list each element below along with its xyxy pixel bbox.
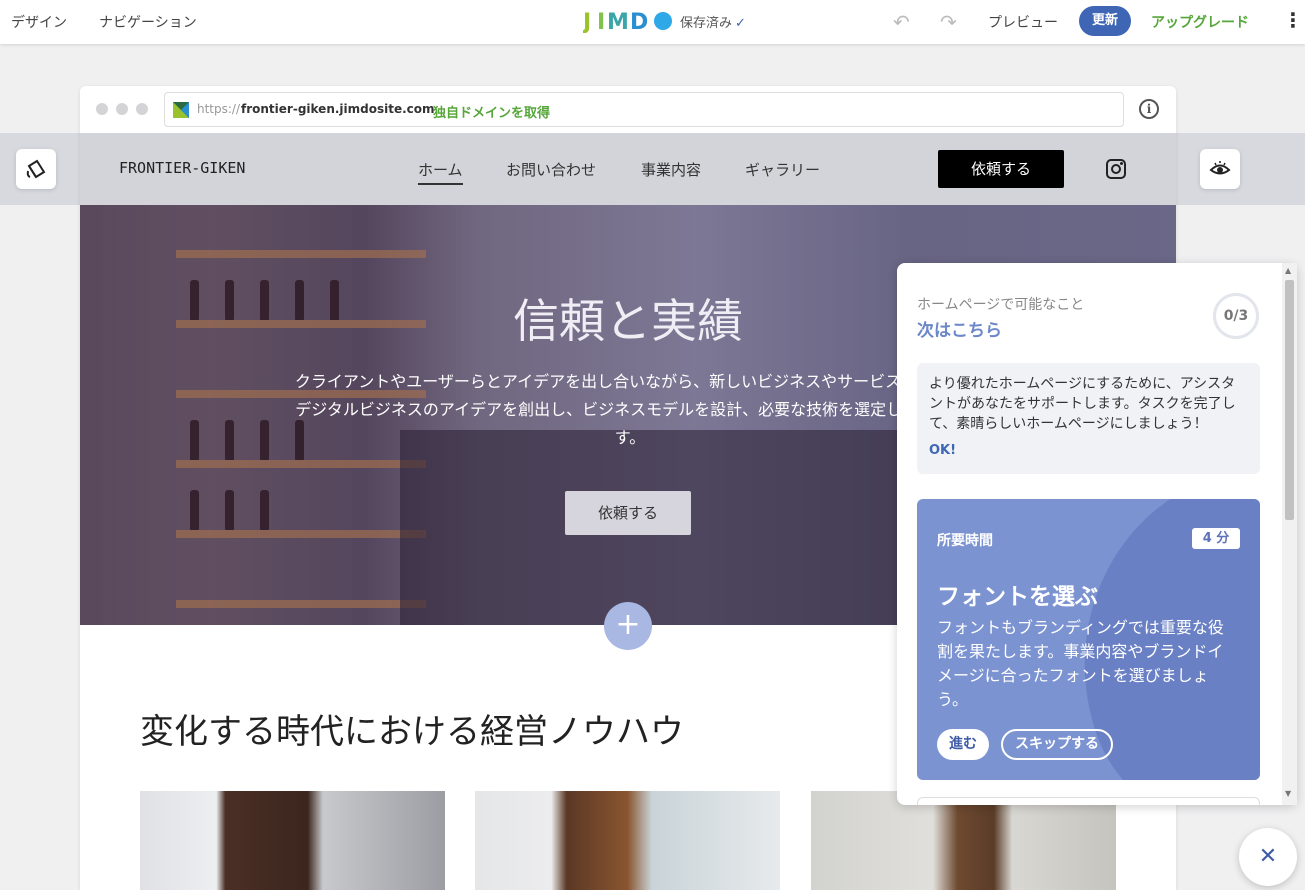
undo-icon[interactable]: ↶ <box>893 10 910 34</box>
close-assistant-button[interactable]: ✕ <box>1239 828 1297 886</box>
url-scheme: https:// <box>197 102 241 116</box>
gallery-image[interactable] <box>811 791 1116 890</box>
jimdo-logo-graphic: J I M D <box>583 10 672 33</box>
window-dot <box>136 103 148 115</box>
site-header: FRONTIER-GIKEN ホーム お問い合わせ 事業内容 ギャラリー 依頼す… <box>80 133 1176 205</box>
section-title[interactable]: 変化する時代における経営ノウハウ <box>140 704 684 753</box>
save-status: 保存済み ✓ <box>680 16 746 31</box>
window-dot <box>116 103 128 115</box>
design-tool-button[interactable] <box>16 149 56 189</box>
browser-chrome: https:// frontier-giken.jimdosite.com 独自… <box>80 86 1176 133</box>
hero-image-shelf <box>176 460 426 468</box>
navigation-menu[interactable]: ナビゲーション <box>99 12 197 32</box>
nav-services[interactable]: 事業内容 <box>641 159 701 180</box>
svg-text:J: J <box>583 10 591 33</box>
hero-image-bottle <box>225 490 234 530</box>
url-bar[interactable]: https:// frontier-giken.jimdosite.com 独自… <box>164 92 1124 127</box>
task-card: 所要時間 4 分 フォントを選ぶ フォントもブランディングでは重要な役割を果たし… <box>917 499 1260 780</box>
hero-image-shelf <box>176 600 426 608</box>
gallery-image[interactable] <box>140 791 445 890</box>
nav-request-button[interactable]: 依頼する <box>938 150 1064 188</box>
get-domain-link[interactable]: 独自ドメインを取得 <box>433 102 550 121</box>
nav-contact[interactable]: お問い合わせ <box>506 159 596 180</box>
design-menu[interactable]: デザイン <box>11 12 67 32</box>
hero-image-bottle <box>190 490 199 530</box>
close-icon: ✕ <box>1258 844 1278 869</box>
window-dot <box>96 103 108 115</box>
preview-button[interactable]: プレビュー <box>988 12 1058 32</box>
editor-topbar: デザイン ナビゲーション J I M D 保存済み ✓ ↶ ↷ プレビュー 更新 … <box>0 0 1305 44</box>
site-favicon-icon <box>173 102 189 118</box>
ok-button[interactable]: OK! <box>929 443 956 458</box>
task-time-badge: 4 分 <box>1192 528 1240 549</box>
plus-icon: + <box>615 607 641 642</box>
task-time-label: 所要時間 <box>937 533 993 549</box>
task-description: フォントもブランディングでは重要な役割を果たします。事業内容やブランドイメージに… <box>937 618 1224 709</box>
check-icon: ✓ <box>735 16 746 31</box>
gallery-image[interactable] <box>475 791 780 890</box>
svg-text:I: I <box>597 10 605 33</box>
assistant-subtitle: ホームページで可能なこと <box>917 297 1085 313</box>
svg-text:M: M <box>607 10 629 33</box>
nav-home[interactable]: ホーム <box>418 159 463 185</box>
scrollbar-thumb[interactable] <box>1285 280 1294 520</box>
task-title: フォントを選ぶ <box>937 584 1098 610</box>
eye-icon <box>1209 161 1231 175</box>
scroll-up-icon[interactable]: ▲ <box>1285 266 1291 275</box>
assistant-intro-text: より優れたホームページにするために、アシスタントがあなたをサポートします。タスク… <box>929 376 1236 432</box>
progress-indicator: 0/3 <box>1213 293 1259 339</box>
update-button[interactable]: 更新 <box>1079 6 1131 36</box>
next-card-edge <box>917 797 1260 805</box>
svg-text:D: D <box>630 10 648 33</box>
assistant-intro-card: より優れたホームページにするために、アシスタントがあなたをサポートします。タスク… <box>917 363 1260 474</box>
visibility-toggle-button[interactable] <box>1200 149 1240 189</box>
info-icon[interactable]: i <box>1139 99 1159 119</box>
redo-icon[interactable]: ↷ <box>940 10 957 34</box>
task-skip-button[interactable]: スキップする <box>1001 729 1113 760</box>
hero-image-shelf <box>176 530 426 538</box>
jimdo-logo: J I M D <box>583 8 675 34</box>
instagram-icon[interactable] <box>1106 159 1126 179</box>
task-go-button[interactable]: 進む <box>937 729 989 760</box>
upgrade-button[interactable]: アップグレード <box>1151 12 1249 32</box>
assistant-title: 次はこちら <box>917 321 1002 341</box>
url-domain: frontier-giken.jimdosite.com <box>241 102 435 116</box>
site-name[interactable]: FRONTIER-GIKEN <box>119 159 245 177</box>
paint-bucket-icon <box>26 159 46 179</box>
panel-scrollbar[interactable]: ▲ ▼ <box>1282 263 1297 805</box>
hero-image-shelf <box>176 250 426 258</box>
hero-image-bottle <box>260 490 269 530</box>
scroll-down-icon[interactable]: ▼ <box>1285 789 1291 798</box>
kebab-menu-icon[interactable]: ⋮ <box>1283 10 1303 30</box>
nav-gallery[interactable]: ギャラリー <box>745 159 820 180</box>
add-section-button[interactable]: + <box>604 602 652 650</box>
hero-request-button[interactable]: 依頼する <box>565 491 691 535</box>
assistant-panel: ホームページで可能なこと 次はこちら 0/3 より優れたホームページにするために… <box>897 263 1297 805</box>
